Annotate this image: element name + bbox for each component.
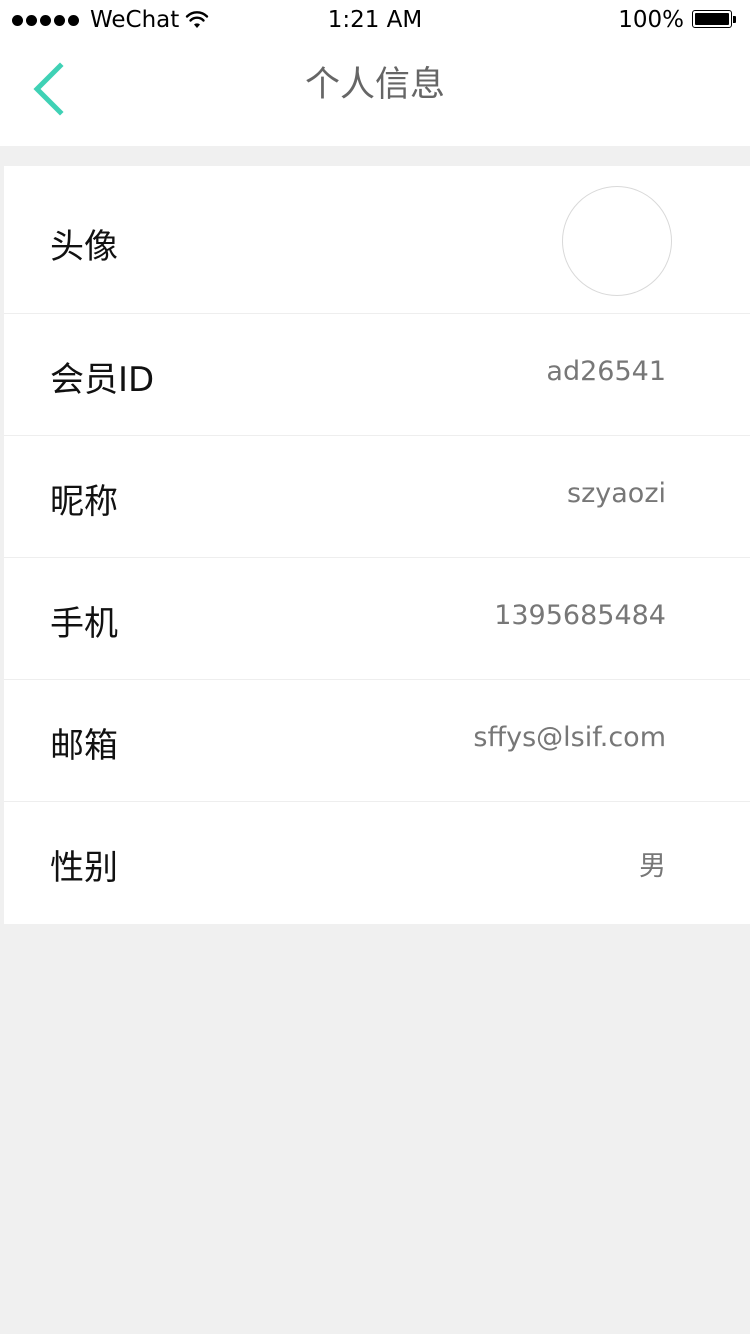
status-right: 100%	[618, 6, 738, 34]
email-value: sffys@lsif.com	[473, 722, 666, 753]
member-id-row[interactable]: 会员ID ad26541	[4, 314, 750, 436]
phone-label: 手机	[50, 604, 118, 644]
phone-row[interactable]: 手机 1395685484	[4, 558, 750, 680]
battery-icon	[692, 10, 738, 30]
battery-percentage: 100%	[618, 7, 684, 33]
nickname-label: 昵称	[50, 482, 118, 522]
nickname-value: szyaozi	[567, 478, 666, 509]
member-id-value: ad26541	[546, 356, 666, 387]
phone-value: 1395685484	[494, 600, 666, 631]
email-row[interactable]: 邮箱 sffys@lsif.com	[4, 680, 750, 802]
nav-bar: 个人信息	[0, 40, 750, 146]
gender-label: 性别	[50, 848, 118, 888]
nickname-row[interactable]: 昵称 szyaozi	[4, 436, 750, 558]
gender-row[interactable]: 性别 男	[4, 802, 750, 924]
avatar[interactable]	[562, 186, 672, 296]
profile-info-card: 头像 会员ID ad26541 昵称 szyaozi 手机 1395685484…	[4, 166, 750, 924]
status-bar: WeChat 1:21 AM 100%	[0, 0, 750, 40]
email-label: 邮箱	[50, 726, 118, 766]
gender-value: 男	[639, 851, 666, 882]
member-id-label: 会员ID	[50, 360, 155, 400]
page-title: 个人信息	[304, 65, 445, 105]
avatar-label: 头像	[50, 227, 118, 267]
avatar-row[interactable]: 头像	[4, 166, 750, 314]
